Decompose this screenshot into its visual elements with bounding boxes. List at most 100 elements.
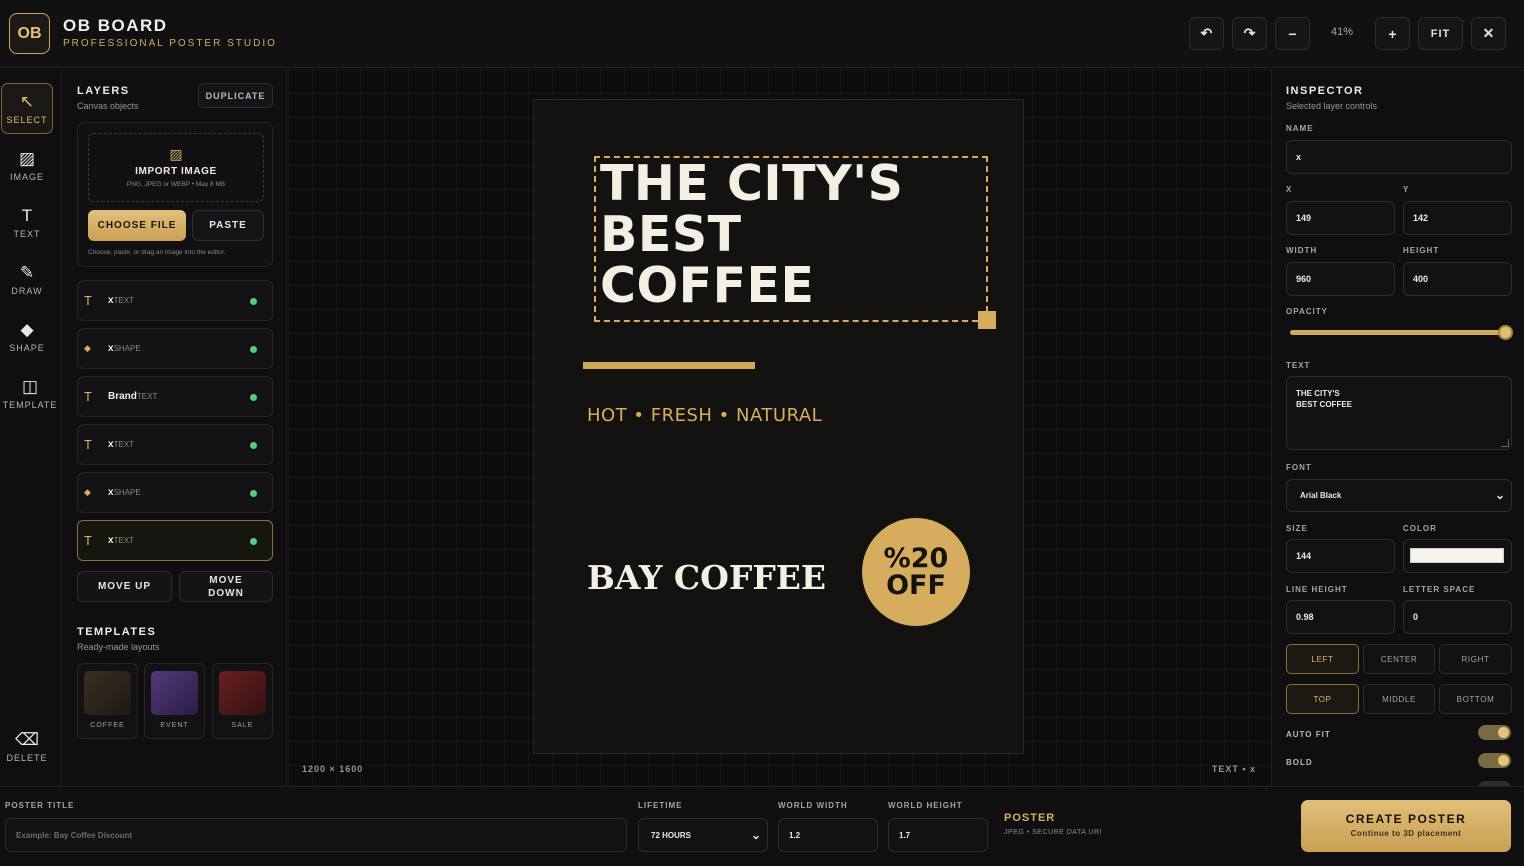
visibility-dot[interactable] xyxy=(250,346,257,353)
name-input[interactable]: x xyxy=(1286,140,1512,174)
accent-rule[interactable] xyxy=(583,362,755,369)
selection-box[interactable] xyxy=(594,156,988,322)
resize-handle[interactable] xyxy=(978,311,996,329)
text-line: BEST COFFEE xyxy=(1296,400,1353,409)
layers-title: LAYERS xyxy=(77,85,130,97)
brand-text[interactable]: BAY COFFEE xyxy=(587,558,826,597)
plus-icon: + xyxy=(1388,25,1397,42)
duplicate-button[interactable]: DUPLICATE xyxy=(198,83,273,108)
resize-grip-icon[interactable] xyxy=(1501,439,1509,447)
height-input[interactable]: 400 xyxy=(1403,262,1512,296)
tool-text[interactable]: T TEXT xyxy=(1,197,53,248)
redo-button[interactable]: ↷ xyxy=(1232,17,1267,50)
layer-item[interactable]: ◆ x SHAPE xyxy=(77,472,273,513)
tagline-text[interactable]: HOT • FRESH • NATURAL xyxy=(587,405,822,426)
text-icon: T xyxy=(21,205,33,225)
layer-item[interactable]: ◆ x SHAPE xyxy=(77,328,273,369)
import-hint: Choose, paste, or drag an image into the… xyxy=(88,249,226,256)
create-poster-button[interactable]: CREATE POSTER Continue to 3D placement xyxy=(1301,800,1511,852)
template-event[interactable]: EVENT xyxy=(144,663,205,739)
visibility-dot[interactable] xyxy=(250,442,257,449)
poster-canvas[interactable]: THE CITY'S BEST COFFEE HOT • FRESH • NAT… xyxy=(533,99,1024,754)
selection-info: TEXT • x xyxy=(1211,764,1256,774)
template-name: SALE xyxy=(231,722,254,729)
badge-line: %20 xyxy=(883,543,949,574)
layer-item[interactable]: T x TEXT xyxy=(77,280,273,321)
font-select[interactable]: Arial Black ⌄ xyxy=(1286,479,1512,512)
paste-button[interactable]: PASTE xyxy=(192,210,264,241)
image-icon: ▨ xyxy=(169,146,183,162)
tool-template[interactable]: ◫ TEMPLATE xyxy=(3,368,57,419)
visibility-dot[interactable] xyxy=(250,490,257,497)
y-input[interactable]: 142 xyxy=(1403,201,1512,235)
align-center-button[interactable]: CENTER xyxy=(1363,644,1435,674)
template-thumbnail xyxy=(151,671,198,715)
bold-toggle[interactable] xyxy=(1478,753,1511,768)
template-sale[interactable]: SALE xyxy=(212,663,273,739)
size-input[interactable]: 144 xyxy=(1286,539,1395,573)
poster-title-input[interactable]: Example: Bay Coffee Discount xyxy=(5,818,627,852)
app-subtitle: PROFESSIONAL POSTER STUDIO xyxy=(63,38,277,49)
valign-bottom-button[interactable]: BOTTOM xyxy=(1439,684,1512,714)
x-input[interactable]: 149 xyxy=(1286,201,1395,235)
template-thumbnail xyxy=(84,671,131,715)
font-label: FONT xyxy=(1286,463,1312,472)
close-button[interactable]: ✕ xyxy=(1471,17,1506,50)
image-dropzone[interactable]: ▨ IMPORT IMAGE PNG, JPEG or WEBP • Max 8… xyxy=(88,133,264,202)
world-width-input[interactable]: 1.2 xyxy=(778,818,878,852)
tool-shape[interactable]: ◆ SHAPE xyxy=(1,311,53,362)
template-icon: ◫ xyxy=(21,376,39,396)
tool-delete[interactable]: ⌫ DELETE xyxy=(1,721,53,772)
templates-subtitle: Ready-made layouts xyxy=(77,642,160,652)
fit-button[interactable]: FIT xyxy=(1418,17,1463,50)
opacity-slider[interactable] xyxy=(1290,330,1508,335)
zoom-in-button[interactable]: + xyxy=(1375,17,1410,50)
layer-item[interactable]: T x TEXT xyxy=(77,424,273,465)
move-down-button[interactable]: MOVE DOWN xyxy=(179,571,273,602)
layer-item[interactable]: T Brand TEXT xyxy=(77,376,273,417)
world-height-label: WORLD HEIGHT xyxy=(888,801,963,810)
line-height-input[interactable]: 0.98 xyxy=(1286,600,1395,634)
name-label: NAME xyxy=(1286,124,1314,133)
create-poster-label: CREATE POSTER xyxy=(1345,812,1467,826)
visibility-dot[interactable] xyxy=(250,298,257,305)
align-left-button[interactable]: LEFT xyxy=(1286,644,1359,674)
valign-top-button[interactable]: TOP xyxy=(1286,684,1359,714)
color-label: COLOR xyxy=(1403,524,1437,533)
canvas-stage[interactable]: THE CITY'S BEST COFFEE HOT • FRESH • NAT… xyxy=(288,69,1270,786)
undo-button[interactable]: ↶ xyxy=(1189,17,1224,50)
lifetime-value: 72 HOURS xyxy=(651,830,692,840)
opacity-slider-thumb[interactable] xyxy=(1498,325,1513,340)
text-icon: T xyxy=(84,293,92,308)
font-value: Arial Black xyxy=(1300,491,1342,500)
align-right-button[interactable]: RIGHT xyxy=(1439,644,1512,674)
visibility-dot[interactable] xyxy=(250,394,257,401)
text-icon: T xyxy=(84,533,92,548)
tool-image[interactable]: ▨ IMAGE xyxy=(1,140,53,191)
top-bar: OB OB BOARD PROFESSIONAL POSTER STUDIO ↶… xyxy=(0,0,1524,68)
zoom-out-button[interactable]: − xyxy=(1275,17,1310,50)
letter-space-input[interactable]: 0 xyxy=(1403,600,1512,634)
world-height-input[interactable]: 1.7 xyxy=(888,818,988,852)
tool-draw[interactable]: ✎ DRAW xyxy=(1,254,53,305)
valign-middle-button[interactable]: MIDDLE xyxy=(1363,684,1435,714)
discount-badge[interactable]: %20 OFF xyxy=(862,518,970,626)
width-input[interactable]: 960 xyxy=(1286,262,1395,296)
close-icon: ✕ xyxy=(1482,25,1495,41)
chevron-down-icon: ⌄ xyxy=(750,828,761,842)
layer-type: TEXT xyxy=(136,392,158,401)
choose-file-button[interactable]: CHOOSE FILE xyxy=(88,210,186,241)
auto-fit-toggle[interactable] xyxy=(1478,725,1511,740)
template-coffee[interactable]: COFFEE xyxy=(77,663,138,739)
color-swatch[interactable] xyxy=(1410,548,1504,563)
inspector-title: INSPECTOR xyxy=(1286,85,1364,97)
tool-select[interactable]: ↖ SELECT xyxy=(1,83,53,134)
visibility-dot[interactable] xyxy=(250,538,257,545)
redo-icon: ↷ xyxy=(1243,25,1256,41)
move-up-button[interactable]: MOVE UP xyxy=(77,571,172,602)
text-content-input[interactable]: THE CITY'S BEST COFFEE xyxy=(1286,376,1512,450)
layer-item-selected[interactable]: T x TEXT xyxy=(77,520,273,561)
minus-icon: − xyxy=(1288,25,1297,42)
lifetime-select[interactable]: 72 HOURS ⌄ xyxy=(638,818,768,852)
layer-type: SHAPE xyxy=(113,344,141,353)
